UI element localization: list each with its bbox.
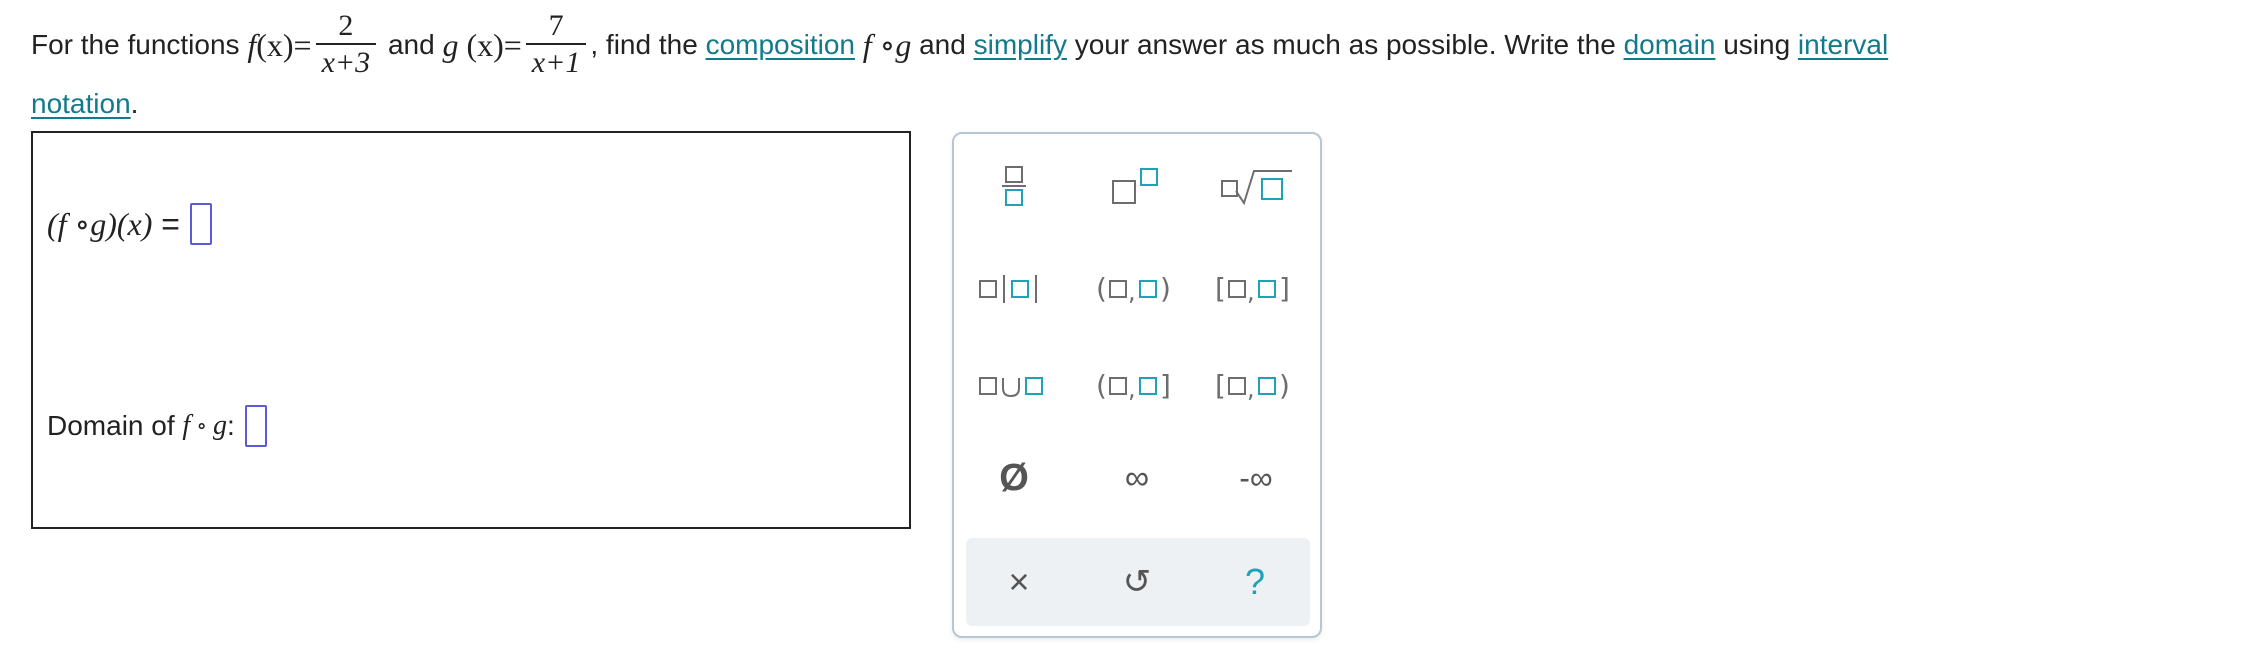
f-fraction: 2 x+3 [315, 9, 377, 81]
nth-root-key[interactable] [1206, 156, 1306, 216]
svg-text:,: , [1247, 375, 1255, 403]
svg-text:(: ( [1096, 272, 1107, 305]
svg-text:[: [ [1215, 369, 1226, 402]
f-definition: f(x)= [247, 27, 312, 63]
math-keypad: ( , ) [ , ] ( , ] [,) Ø ∞ -∞ × ↺ ? [952, 132, 1322, 638]
f-denominator: x+3 [321, 46, 371, 79]
open-interval-icon: ( , ) [1096, 272, 1171, 306]
undo-icon: ↺ [1122, 563, 1152, 601]
help-button[interactable]: ? [1210, 552, 1300, 612]
nth-root-icon [1221, 170, 1292, 206]
svg-text:): ) [1279, 369, 1290, 402]
svg-text:]: ] [1279, 272, 1290, 305]
svg-text:): ) [1160, 272, 1171, 305]
svg-text:,: , [1128, 375, 1136, 403]
exponent-icon [1112, 168, 1158, 204]
answer-box: (f ∘g)(x) = Domain of f ∘ g : [31, 131, 911, 529]
g-definition: g (x)= [442, 27, 522, 63]
find-the-text: find the [605, 29, 698, 60]
svg-text:(: ( [1096, 369, 1107, 402]
union-key[interactable] [964, 356, 1064, 416]
question-middle-text: your answer as much as possible. Write t… [1074, 29, 1616, 60]
empty-set-icon: Ø [999, 457, 1029, 499]
half-open-right-key[interactable]: [ , ) [1206, 356, 1306, 416]
domain-label: Domain of [47, 410, 175, 441]
half-open-left-icon: ( , ] [1096, 369, 1171, 403]
half-open-right-icon: [ , ) [1215, 369, 1290, 403]
svg-text:,: , [1247, 278, 1255, 306]
open-interval-key[interactable]: ( , ) [1087, 259, 1187, 319]
absolute-value-key[interactable] [964, 259, 1064, 319]
g-numerator: 7 [548, 9, 564, 42]
question-line-2: notation. [31, 88, 139, 119]
absolute-value-icon [979, 275, 1037, 303]
domain-row: Domain of f ∘ g : [47, 405, 267, 447]
equals-sign: = [161, 205, 180, 242]
empty-set-key[interactable]: Ø [964, 448, 1064, 508]
svg-text:,: , [1128, 278, 1136, 306]
simplify-link[interactable]: simplify [974, 25, 1067, 65]
svg-text:]: ] [1160, 369, 1171, 402]
g-denominator: x+1 [531, 46, 581, 79]
undo-button[interactable]: ↺ [1092, 552, 1182, 612]
negative-infinity-key[interactable]: -∞ [1206, 448, 1306, 508]
svg-text:[: [ [1215, 272, 1226, 305]
g-fraction: 7 x+1 [525, 9, 587, 81]
fraction-key[interactable] [964, 156, 1064, 216]
f-numerator: 2 [338, 9, 354, 42]
and-text: and [387, 29, 435, 60]
composition-answer-input[interactable] [189, 203, 212, 245]
question-line-1: For the functions f(x)= 2 x+3 and g (x)=… [31, 9, 1889, 81]
close-icon: × [1008, 561, 1030, 602]
half-open-left-key[interactable]: ( , ] [1087, 356, 1187, 416]
composition-row: (f ∘g)(x) = [47, 203, 212, 245]
question-prefix: For the functions [31, 29, 240, 60]
help-icon: ? [1244, 561, 1266, 602]
negative-infinity-icon: -∞ [1239, 460, 1273, 496]
composition-link[interactable]: composition [706, 25, 855, 65]
exponent-key[interactable] [1087, 156, 1187, 216]
fog-expression: f ∘g [862, 27, 912, 63]
keypad-toolbar: × ↺ ? [966, 538, 1310, 626]
interval-link[interactable]: interval [1798, 25, 1888, 65]
domain-answer-input[interactable] [244, 405, 267, 447]
composition-label: (f ∘g)(x) [47, 206, 153, 242]
fraction-icon [1002, 166, 1026, 206]
clear-button[interactable]: × [974, 552, 1064, 612]
union-icon [979, 377, 1043, 398]
closed-interval-key[interactable]: [ , ] [1206, 259, 1306, 319]
notation-link[interactable]: notation [31, 88, 131, 119]
infinity-key[interactable]: ∞ [1087, 448, 1187, 508]
infinity-icon: ∞ [1124, 459, 1150, 497]
domain-link[interactable]: domain [1624, 25, 1716, 65]
closed-interval-icon: [ , ] [1215, 272, 1290, 306]
